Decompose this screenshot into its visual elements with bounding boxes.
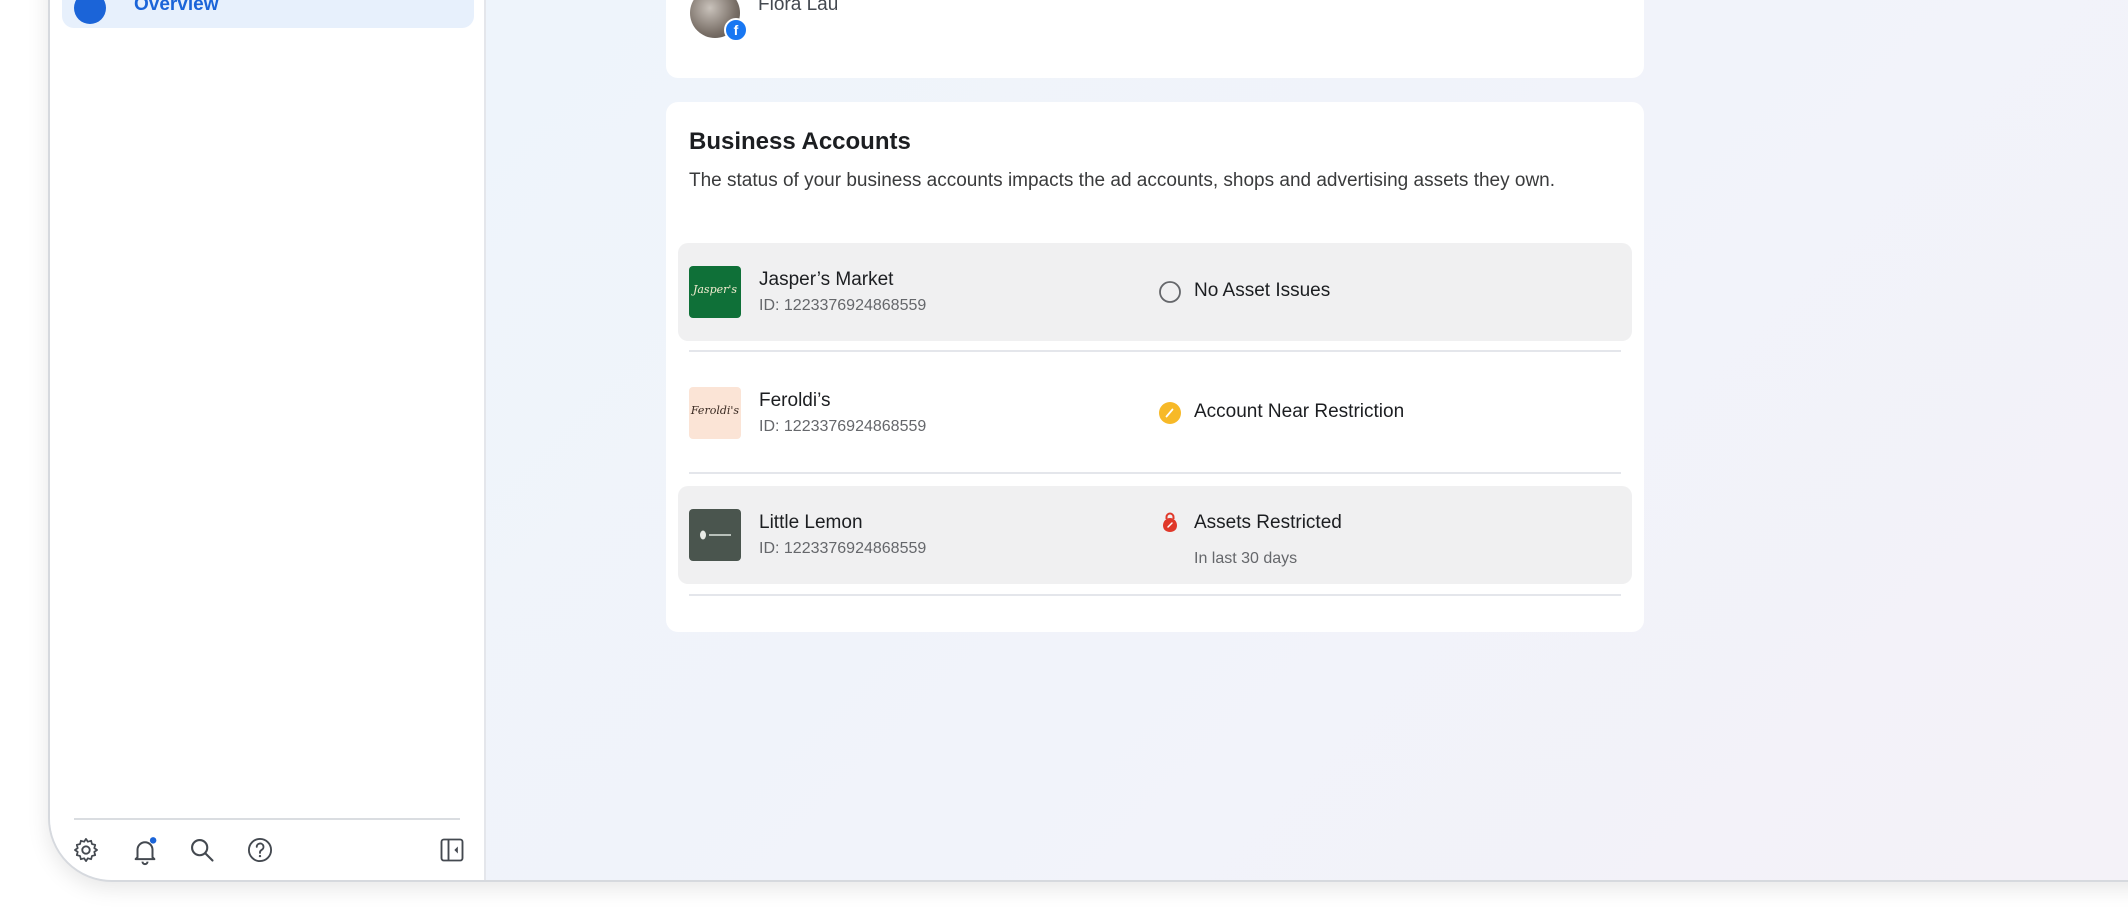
- sidebar: Overview: [50, 0, 486, 880]
- sidebar-item-overview[interactable]: Overview: [62, 0, 474, 28]
- lemon-icon: [700, 530, 731, 540]
- search-icon[interactable]: [188, 836, 216, 864]
- account-row-little-lemon[interactable]: Little Lemon ID: 1223376924868559 Assets…: [678, 486, 1632, 584]
- logo-text: Feroldi's: [690, 404, 740, 417]
- account-row-jaspers-market[interactable]: Jasper's Jasper’s Market ID: 12233769248…: [678, 243, 1632, 341]
- account-id: ID: 1223376924868559: [759, 297, 927, 314]
- account-name: Feroldi’s: [759, 390, 831, 411]
- panel-toggle-icon[interactable]: [438, 836, 466, 864]
- account-name: Little Lemon: [759, 512, 863, 533]
- profile-name[interactable]: Flora Lau: [758, 0, 838, 16]
- warning-circle-icon: [1159, 402, 1181, 424]
- sidebar-divider: [74, 818, 460, 820]
- account-row-feroldis[interactable]: Feroldi's Feroldi’s ID: 1223376924868559…: [678, 364, 1632, 462]
- row-divider: [689, 472, 1621, 474]
- app-window: Overview f Flora Lau Business Accounts T…: [48, 0, 2128, 882]
- business-accounts-card: Business Accounts The status of your bus…: [666, 102, 1644, 632]
- account-status: Assets Restricted: [1194, 512, 1342, 533]
- account-id: ID: 1223376924868559: [759, 540, 927, 557]
- account-id: ID: 1223376924868559: [759, 418, 927, 435]
- row-divider: [689, 594, 1621, 596]
- profile-card: f Flora Lau: [666, 0, 1644, 78]
- sidebar-item-label: Overview: [134, 0, 219, 15]
- settings-icon[interactable]: [72, 836, 100, 864]
- facebook-icon: f: [724, 18, 748, 42]
- business-logo: [689, 509, 741, 561]
- business-logo: Feroldi's: [689, 387, 741, 439]
- row-divider: [689, 350, 1621, 352]
- help-icon[interactable]: [246, 836, 274, 864]
- account-status: Account Near Restriction: [1194, 401, 1405, 422]
- restricted-lock-icon: [1163, 512, 1177, 532]
- section-title: Business Accounts: [689, 128, 911, 155]
- business-logo: Jasper's: [689, 266, 741, 318]
- status-subtext: In last 30 days: [1194, 550, 1298, 567]
- account-name: Jasper’s Market: [759, 269, 894, 290]
- notifications-icon[interactable]: [130, 836, 160, 866]
- main-content: f Flora Lau Business Accounts The status…: [486, 0, 2128, 880]
- empty-circle-icon: [1159, 281, 1181, 303]
- section-description: The status of your business accounts imp…: [689, 170, 1556, 191]
- logo-text: Jasper's: [692, 283, 738, 296]
- overview-icon: [74, 0, 106, 24]
- account-status: No Asset Issues: [1194, 280, 1331, 301]
